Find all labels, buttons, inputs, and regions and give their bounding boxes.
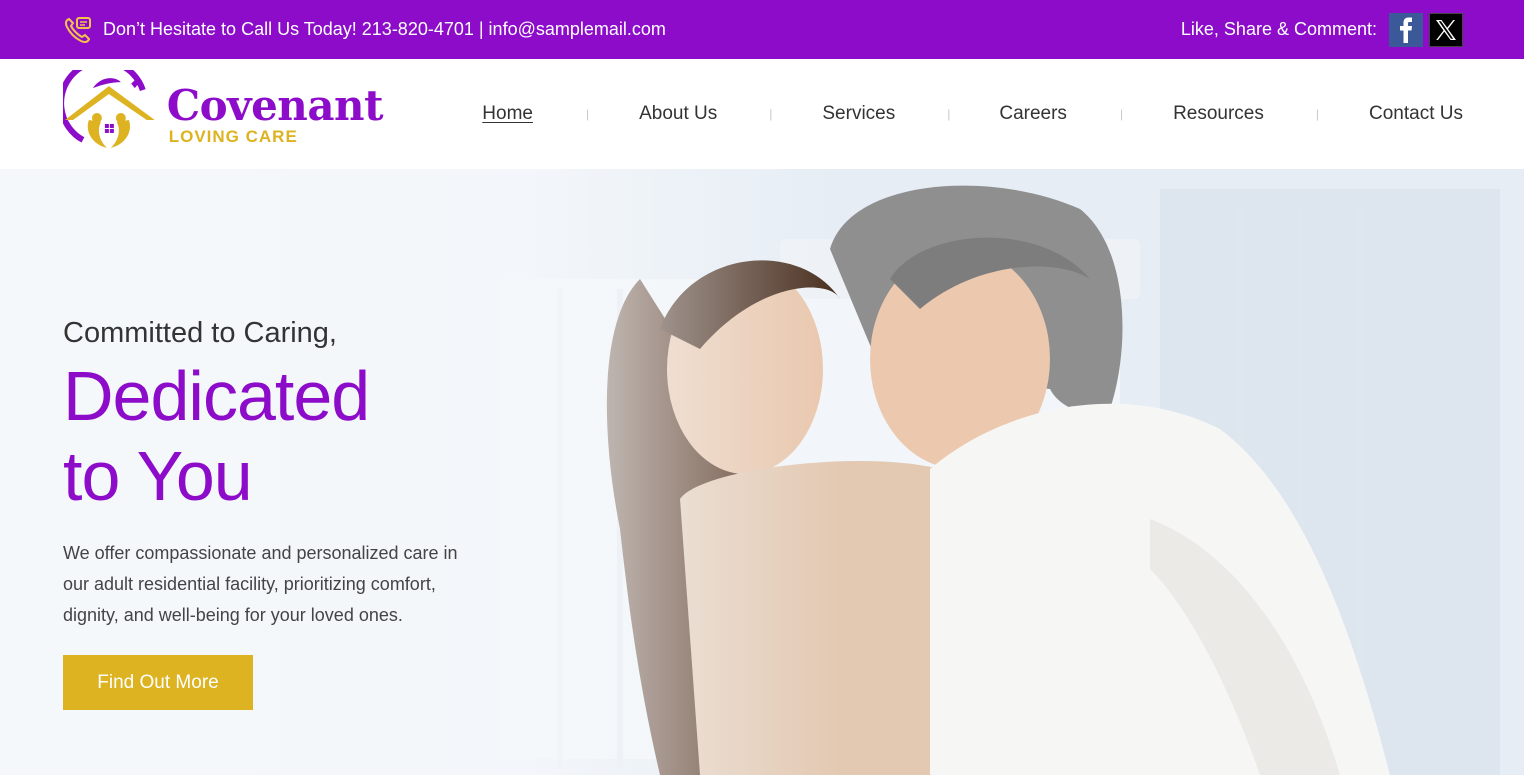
hero-description: We offer compassionate and personalized … xyxy=(63,543,458,625)
nav-separator: | xyxy=(585,107,590,121)
hero-content: Committed to Caring, Dedicated to You We… xyxy=(63,314,483,710)
find-out-more-button[interactable]: Find Out More xyxy=(63,655,253,710)
x-icon[interactable] xyxy=(1429,12,1463,47)
nav-item-services[interactable]: Services xyxy=(822,103,895,125)
logo[interactable]: Covenant LOVING CARE xyxy=(63,70,384,159)
contact-text: Don’t Hesitate to Call Us Today! 213-820… xyxy=(103,19,666,39)
nav-item-contact-us[interactable]: Contact Us xyxy=(1369,103,1463,125)
logo-text: Covenant LOVING CARE xyxy=(166,81,384,146)
nav-item-careers[interactable]: Careers xyxy=(999,103,1067,125)
nav-separator: | xyxy=(769,107,773,121)
logo-title: Covenant xyxy=(166,81,384,130)
nav-separator: | xyxy=(1119,107,1124,121)
facebook-icon[interactable] xyxy=(1389,12,1423,47)
social-label: Like, Share & Comment: xyxy=(1180,19,1377,39)
hero-title-line1: Dedicated xyxy=(63,357,370,435)
nav-separator: | xyxy=(947,107,951,121)
hero-title-line2: to You xyxy=(63,437,253,515)
main-nav: Home | About Us | Services | Careers | R… xyxy=(482,59,1463,169)
phone-chat-icon xyxy=(63,15,93,45)
social-links: Like, Share & Comment: xyxy=(1180,12,1463,47)
logo-subtitle: LOVING CARE xyxy=(168,127,298,146)
hero-title: Dedicated to You xyxy=(63,356,483,516)
nav-separator: | xyxy=(1315,107,1320,121)
top-bar: Don’t Hesitate to Call Us Today! 213-820… xyxy=(0,0,1524,59)
logo-emblem-icon xyxy=(63,70,155,148)
nav-item-about-us[interactable]: About Us xyxy=(639,103,717,125)
nav-item-resources[interactable]: Resources xyxy=(1173,103,1264,125)
hero-section: Committed to Caring, Dedicated to You We… xyxy=(0,169,1524,775)
contact-info: Don’t Hesitate to Call Us Today! 213-820… xyxy=(63,15,666,45)
site-header: Covenant LOVING CARE Home | About Us | S… xyxy=(3,59,1524,169)
nav-item-home[interactable]: Home xyxy=(482,103,533,125)
hero-kicker: Committed to Caring, xyxy=(63,317,337,349)
